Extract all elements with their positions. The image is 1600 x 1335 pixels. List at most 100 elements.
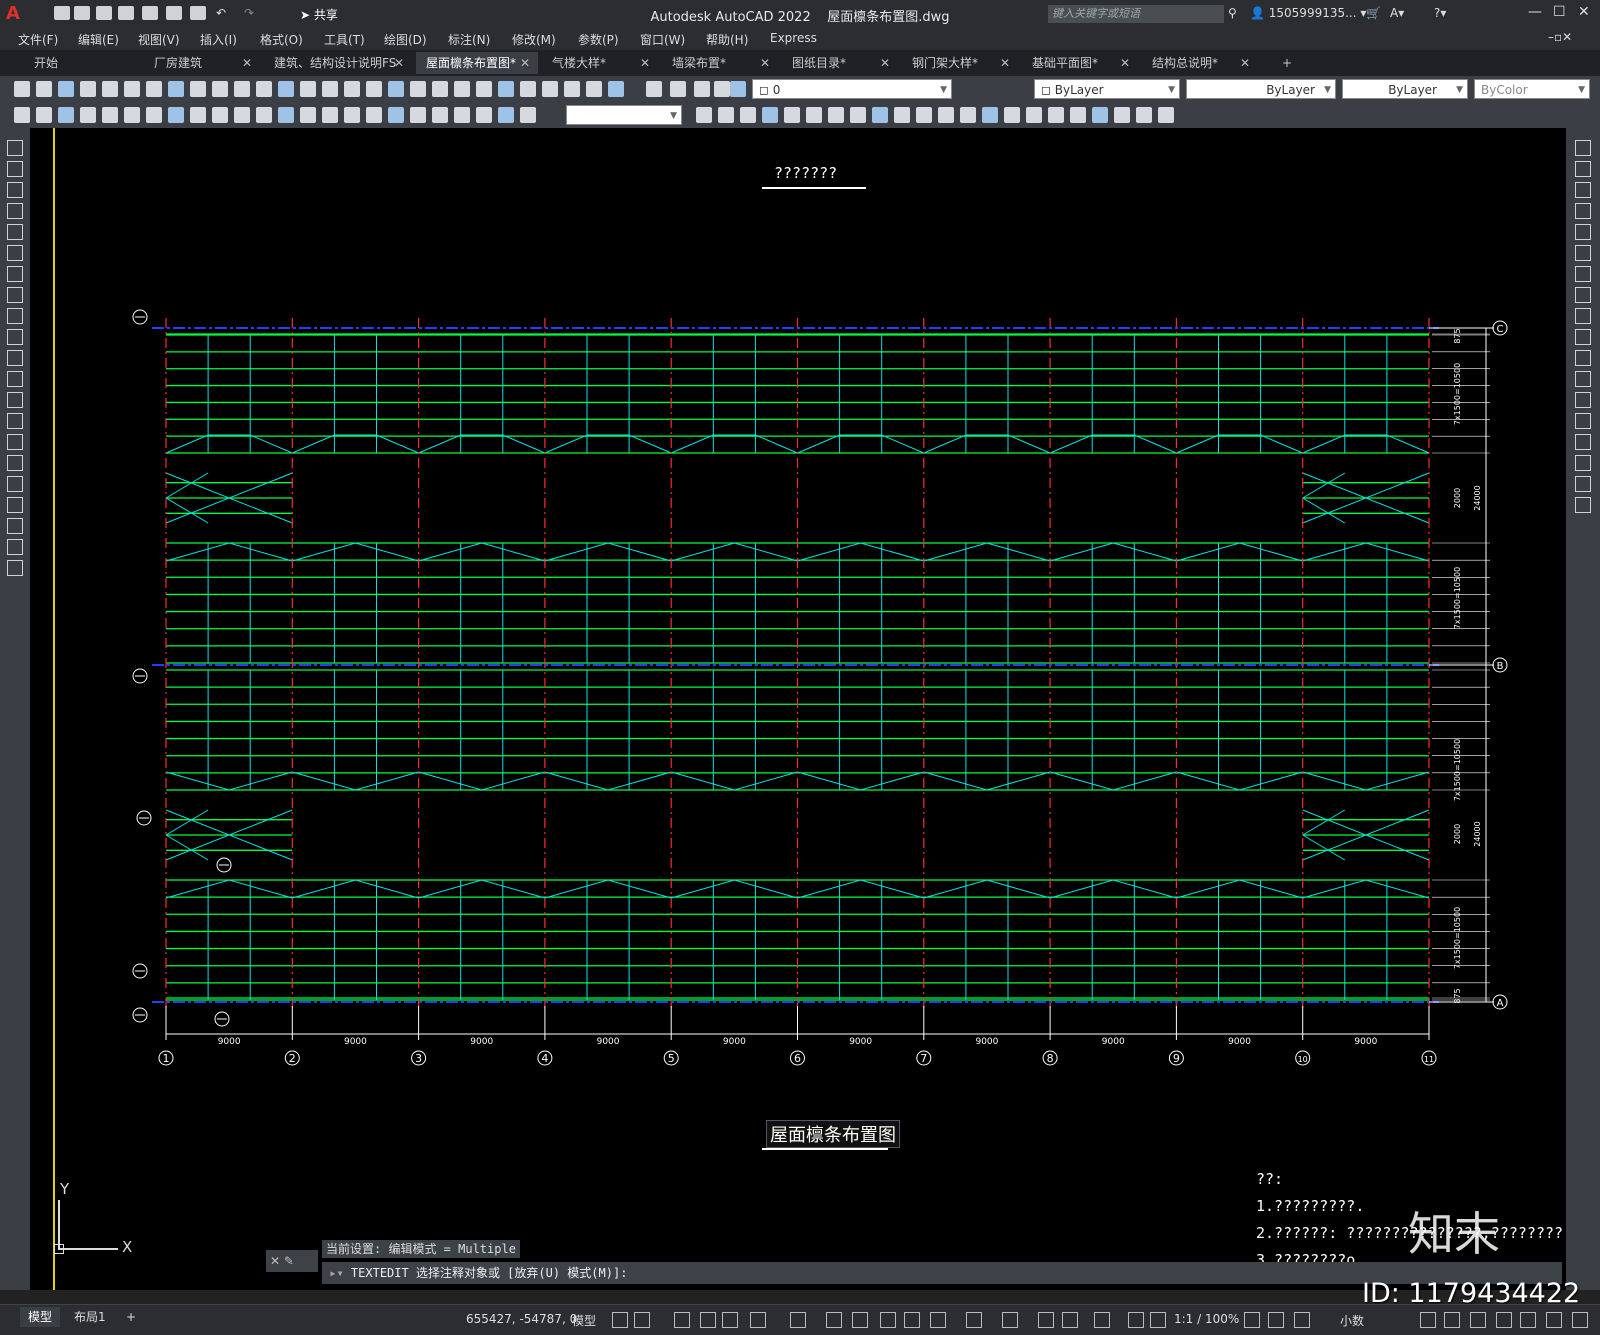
- close-icon[interactable]: ✕: [1578, 4, 1590, 20]
- brace-line[interactable]: [1176, 771, 1303, 791]
- tool-button-icon[interactable]: [344, 107, 360, 123]
- tool-button-icon[interactable]: [36, 81, 52, 97]
- draw-tool-icon[interactable]: [7, 476, 23, 492]
- tool-button-icon[interactable]: [102, 107, 118, 123]
- status-toggle-icon[interactable]: [700, 1312, 716, 1328]
- tool-button-icon[interactable]: [256, 107, 272, 123]
- draw-tool-icon[interactable]: [7, 518, 23, 534]
- tool-button-icon[interactable]: [388, 81, 404, 97]
- vertical-dimension-text[interactable]: 24000: [1473, 485, 1482, 510]
- brace-line[interactable]: [797, 542, 924, 562]
- tab-close-icon[interactable]: ✕: [1240, 52, 1250, 74]
- tool-button-icon[interactable]: [564, 81, 580, 97]
- vertical-dimension-text[interactable]: 875: [1453, 988, 1462, 1003]
- tool-button-icon[interactable]: [190, 107, 206, 123]
- tab-close-icon[interactable]: ✕: [1120, 52, 1130, 74]
- lineweight-dropdown[interactable]: ByLayer ▼: [1342, 79, 1468, 99]
- brace-line[interactable]: [1049, 771, 1177, 791]
- tool-button-icon[interactable]: [14, 81, 30, 97]
- modify-tool-icon[interactable]: [1575, 476, 1591, 492]
- tool-button-icon[interactable]: [1136, 107, 1152, 123]
- status-toggle-icon[interactable]: [1470, 1312, 1486, 1328]
- grid-bubble-label[interactable]: 3: [415, 1052, 422, 1065]
- bay-dimension-text[interactable]: 9000: [470, 1037, 493, 1047]
- draw-tool-icon[interactable]: [7, 182, 23, 198]
- tab-drawing-index[interactable]: 图纸目录* ✕: [782, 52, 898, 74]
- tool-button-icon[interactable]: [410, 107, 426, 123]
- tool-button-icon[interactable]: [960, 107, 976, 123]
- user-account[interactable]: 👤 1505999135... ▾: [1250, 6, 1366, 20]
- tool-button-icon[interactable]: [168, 107, 184, 123]
- draw-tool-icon[interactable]: [7, 266, 23, 282]
- vertical-dimension-text[interactable]: 7x1500=10500: [1453, 739, 1462, 801]
- tool-button-icon[interactable]: [322, 107, 338, 123]
- draw-tool-icon[interactable]: [7, 392, 23, 408]
- tab-close-icon[interactable]: ✕: [242, 52, 252, 74]
- brace-line[interactable]: [1176, 434, 1303, 454]
- grid-bubble-label[interactable]: 10: [1298, 1055, 1308, 1064]
- tab-design-notes[interactable]: 建筑、结构设计说明FS ✕: [264, 52, 412, 74]
- layer-dropdown[interactable]: ◻ 0 ▼: [752, 79, 952, 99]
- tool-button-icon[interactable]: [212, 107, 228, 123]
- grid-bubble-label[interactable]: 5: [668, 1052, 675, 1065]
- x-brace-line[interactable]: [165, 834, 209, 861]
- modify-tool-icon[interactable]: [1575, 308, 1591, 324]
- vertical-dimension-text[interactable]: 2000: [1453, 488, 1462, 508]
- linetype-dropdown[interactable]: ByLayer ▼: [1186, 79, 1336, 99]
- plan-title[interactable]: 屋面檩条布置图: [766, 1120, 900, 1148]
- brace-line[interactable]: [544, 879, 672, 899]
- tool-button-icon[interactable]: [366, 107, 382, 123]
- model-space-toggle[interactable]: 模型: [572, 1312, 596, 1329]
- status-toggle-icon[interactable]: [852, 1312, 868, 1328]
- vertical-dimension-text[interactable]: 7x1500=10500: [1453, 363, 1462, 425]
- tab-close-icon[interactable]: ✕: [520, 52, 530, 74]
- vertical-dimension-text[interactable]: 2000: [1453, 824, 1462, 844]
- maximize-icon[interactable]: ☐: [1553, 4, 1566, 20]
- bay-dimension-text[interactable]: 9000: [1354, 1037, 1377, 1047]
- tool-button-icon[interactable]: [344, 81, 360, 97]
- tool-button-icon[interactable]: [476, 107, 492, 123]
- tool-button-icon[interactable]: [410, 81, 426, 97]
- tool-button-icon[interactable]: [982, 107, 998, 123]
- brace-line[interactable]: [1302, 542, 1430, 562]
- tool-button-icon[interactable]: [916, 107, 932, 123]
- tab-close-icon[interactable]: ✕: [1000, 52, 1010, 74]
- command-line-controls[interactable]: ✕ ✎: [266, 1250, 318, 1272]
- layout-tab-model[interactable]: 模型: [20, 1307, 61, 1327]
- brace-line[interactable]: [292, 771, 419, 791]
- tab-roof-purlin-plan[interactable]: 屋面檩条布置图* ✕: [416, 52, 538, 74]
- bay-dimension-text[interactable]: 9000: [975, 1037, 998, 1047]
- modify-tool-icon[interactable]: [1575, 287, 1591, 303]
- x-brace-line[interactable]: [1302, 497, 1346, 524]
- modify-tool-icon[interactable]: [1575, 497, 1591, 513]
- status-toggle-icon[interactable]: [634, 1312, 650, 1328]
- brace-line[interactable]: [671, 542, 798, 562]
- tool-button-icon[interactable]: [520, 107, 536, 123]
- brace-line[interactable]: [1049, 542, 1177, 562]
- grid-bubble-label[interactable]: 1: [163, 1052, 170, 1065]
- menu-window[interactable]: 窗口(W): [640, 31, 685, 48]
- tool-button-icon[interactable]: [124, 81, 140, 97]
- tool-button-icon[interactable]: [58, 81, 74, 97]
- status-toggle-icon[interactable]: [1572, 1312, 1588, 1328]
- tool-button-icon[interactable]: [894, 107, 910, 123]
- tool-button-icon[interactable]: [278, 81, 294, 97]
- status-toggle-icon[interactable]: [1496, 1312, 1512, 1328]
- status-toggle-icon[interactable]: [674, 1312, 690, 1328]
- brace-line[interactable]: [418, 542, 546, 562]
- draw-tool-icon[interactable]: [7, 371, 23, 387]
- modify-tool-icon[interactable]: [1575, 329, 1591, 345]
- brace-line[interactable]: [1302, 879, 1430, 899]
- tool-button-icon[interactable]: [124, 107, 140, 123]
- help-icon[interactable]: ?▾: [1434, 6, 1446, 20]
- tool-button-icon[interactable]: [366, 81, 382, 97]
- tool-button-icon[interactable]: [146, 107, 162, 123]
- modify-tool-icon[interactable]: [1575, 371, 1591, 387]
- tool-button-icon[interactable]: [300, 107, 316, 123]
- menu-format[interactable]: 格式(O): [260, 31, 303, 48]
- grid-bubble-label[interactable]: 11: [1424, 1055, 1434, 1064]
- menu-help[interactable]: 帮助(H): [706, 31, 748, 48]
- tool-button-icon[interactable]: [168, 81, 184, 97]
- tool-button-icon[interactable]: [1048, 107, 1064, 123]
- tab-start[interactable]: 开始: [24, 52, 140, 74]
